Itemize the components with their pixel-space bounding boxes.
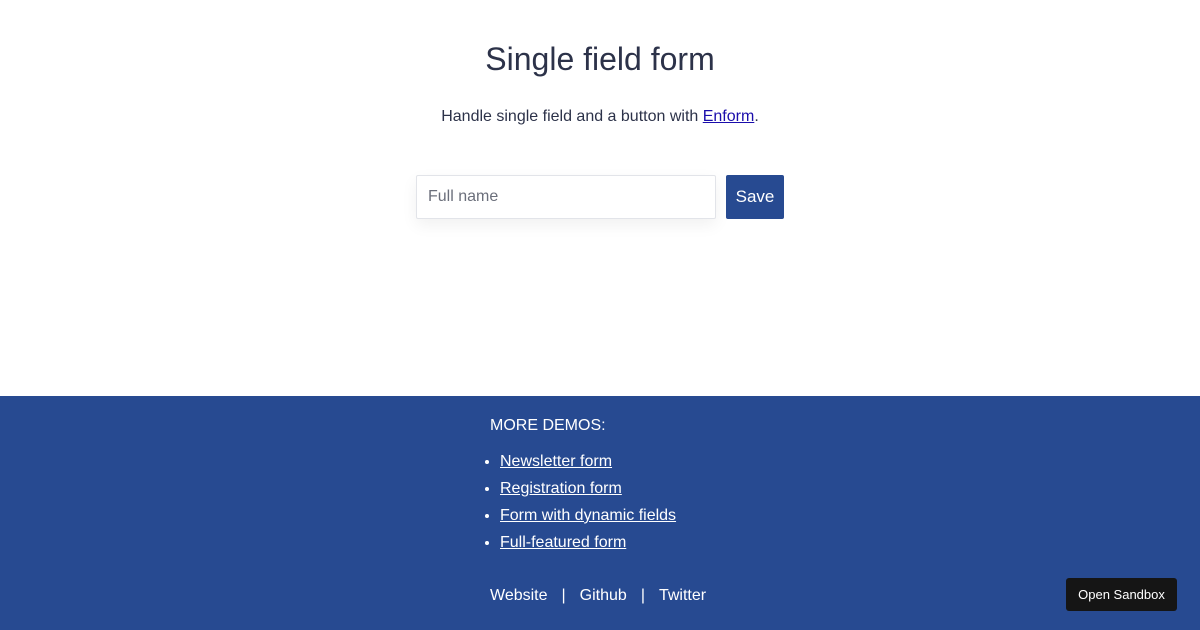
twitter-link[interactable]: Twitter — [659, 587, 706, 604]
registration-form-link[interactable]: Registration form — [500, 480, 622, 497]
github-link[interactable]: Github — [580, 587, 627, 604]
link-separator: | — [561, 587, 566, 604]
website-link[interactable]: Website — [490, 587, 548, 604]
more-demos-heading: MORE DEMOS: — [490, 417, 606, 434]
list-item: Registration form — [500, 475, 676, 502]
page: Single field form Handle single field an… — [0, 0, 1200, 630]
list-item: Form with dynamic fields — [500, 502, 676, 529]
enform-link[interactable]: Enform — [703, 108, 755, 125]
footer-links: Website | Github | Twitter — [490, 586, 706, 606]
description-suffix: . — [754, 108, 759, 125]
full-featured-form-link[interactable]: Full-featured form — [500, 534, 626, 551]
open-sandbox-button[interactable]: Open Sandbox — [1066, 578, 1177, 611]
newsletter-form-link[interactable]: Newsletter form — [500, 453, 612, 470]
main-section: Single field form Handle single field an… — [0, 0, 1200, 396]
dynamic-fields-form-link[interactable]: Form with dynamic fields — [500, 507, 676, 524]
description-text: Handle single field and a button with — [441, 108, 703, 125]
description: Handle single field and a button with En… — [0, 107, 1200, 127]
full-name-input[interactable] — [416, 175, 716, 219]
single-field-form: Save — [416, 175, 784, 219]
list-item: Full-featured form — [500, 529, 676, 556]
link-separator: | — [640, 587, 645, 604]
footer: MORE DEMOS: Newsletter form Registration… — [0, 396, 1200, 630]
page-title: Single field form — [485, 41, 715, 77]
list-item: Newsletter form — [500, 448, 676, 475]
save-button[interactable]: Save — [726, 175, 784, 219]
demo-list: Newsletter form Registration form Form w… — [480, 448, 676, 556]
